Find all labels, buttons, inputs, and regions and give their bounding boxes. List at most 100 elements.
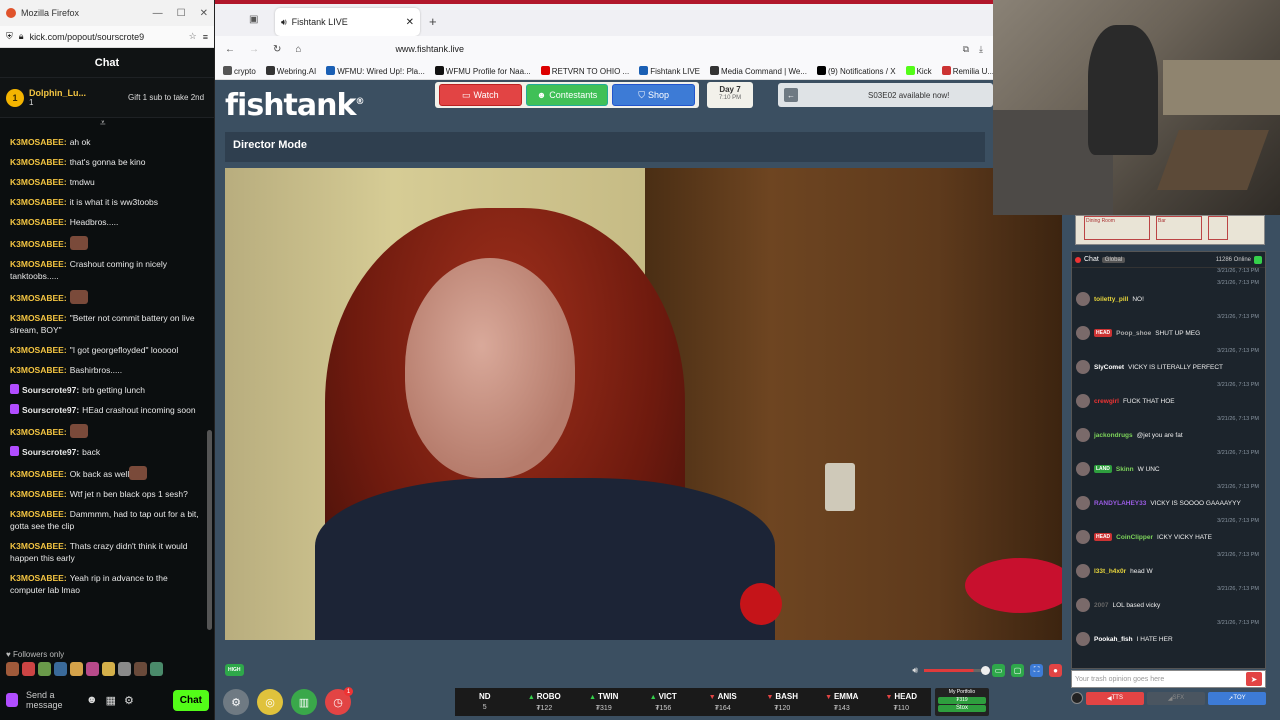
chat-username[interactable]: K3MOSABEE: — [10, 313, 67, 323]
chat-username[interactable]: RANDYLAHEY33 — [1094, 500, 1146, 507]
emoji-icon[interactable]: ☻ — [86, 694, 98, 706]
back-arrow-icon[interactable]: ← — [784, 88, 798, 102]
avatar[interactable] — [1076, 496, 1090, 510]
bookmark-label[interactable]: WFMU Profile for Naa... — [446, 67, 531, 76]
chat-username[interactable]: l33t_h4x0r — [1094, 568, 1126, 575]
chat-username[interactable]: K3MOSABEE: — [10, 293, 67, 303]
emote-8[interactable] — [118, 662, 131, 676]
address-bar[interactable]: www.fishtank.live — [395, 44, 464, 54]
bookmark-item[interactable]: Media Command | We... — [710, 65, 807, 76]
bookmark-label[interactable]: Webring.AI — [277, 67, 316, 76]
volume-slider[interactable] — [924, 665, 990, 675]
stox-button[interactable]: Stox — [938, 705, 986, 712]
bookmark-label[interactable]: crypto — [234, 67, 256, 76]
menu-icon[interactable]: ≡ — [203, 32, 208, 42]
ticker-item[interactable]: ▼ ANIS ₮164 — [693, 688, 753, 716]
avatar[interactable] — [1076, 360, 1090, 374]
home-icon[interactable]: ⌂ — [295, 44, 301, 55]
avatar[interactable] — [1076, 564, 1090, 578]
chat-username[interactable]: K3MOSABEE: — [10, 573, 67, 583]
emote-4[interactable] — [54, 662, 67, 676]
screenshot-icon[interactable]: ⧉ — [963, 44, 969, 55]
kick-message-input[interactable]: Send a message — [26, 690, 78, 710]
bookmark-label[interactable]: Fishtank LIVE — [650, 67, 700, 76]
bookmark-item[interactable]: WFMU: Wired Up!: Pla... — [326, 65, 425, 76]
download-icon[interactable]: ⤓ — [979, 44, 983, 55]
chat-username[interactable]: K3MOSABEE: — [10, 197, 67, 207]
tab-list-icon[interactable]: ▣ — [249, 14, 258, 25]
emote-2[interactable] — [22, 662, 35, 676]
emote-9[interactable] — [134, 662, 147, 676]
portfolio-widget[interactable]: My Portfolio ₮319 Stox — [935, 688, 989, 716]
chat-username[interactable]: crewgirl — [1094, 398, 1119, 405]
bookmark-item[interactable]: (9) Notifications / X — [816, 65, 896, 76]
maximize-icon[interactable]: ☐ — [177, 8, 186, 19]
emote-10[interactable] — [150, 662, 163, 676]
kick-url-text[interactable]: kick.com/popout/sourscrote9 — [30, 32, 145, 42]
avatar[interactable] — [1076, 632, 1090, 646]
avatar[interactable] — [1076, 394, 1090, 408]
chat-username[interactable]: 2007 — [1094, 602, 1108, 609]
chat-username[interactable]: K3MOSABEE: — [10, 177, 67, 187]
cast-icon[interactable]: ▢ — [1011, 663, 1024, 677]
emote-1[interactable] — [6, 662, 19, 676]
forward-icon[interactable]: → — [249, 44, 259, 55]
emote-5[interactable] — [70, 662, 83, 676]
ticker-item[interactable]: ▼ HEAD ₮110 — [872, 688, 932, 716]
volume-knob[interactable] — [981, 665, 990, 675]
bookmark-label[interactable]: Kick — [917, 67, 932, 76]
chat-send-button[interactable]: Chat — [172, 689, 209, 711]
send-icon[interactable]: ➤ — [1246, 672, 1262, 686]
chat-username[interactable]: K3MOSABEE: — [10, 365, 67, 375]
bookmark-item[interactable]: Fishtank LIVE — [639, 65, 700, 76]
close-tab-icon[interactable]: ✕ — [406, 17, 414, 28]
emote-7[interactable] — [102, 662, 115, 676]
gift-sub-text[interactable]: Gift 1 sub to take 2nd — [128, 93, 208, 102]
ticker-item[interactable]: ▲ VICT ₮156 — [634, 688, 694, 716]
avatar[interactable] — [1076, 530, 1090, 544]
reload-icon[interactable]: ↻ — [273, 44, 281, 55]
scroll-thumb[interactable] — [207, 430, 212, 630]
close-icon[interactable]: ✕ — [200, 8, 208, 19]
banner-text[interactable]: S03E02 available now! — [868, 91, 949, 100]
chat-input-placeholder[interactable]: Your trash opinion goes here — [1075, 676, 1164, 683]
quality-badge[interactable]: HIGH — [225, 664, 244, 676]
ticker-item[interactable]: ▼ BASH ₮120 — [753, 688, 813, 716]
avatar[interactable] — [1076, 326, 1090, 340]
chat-username[interactable]: Pookah_fish — [1094, 636, 1133, 643]
tab-global[interactable]: Global — [1101, 256, 1126, 263]
trash-icon[interactable]: ▥ — [291, 689, 317, 715]
bookmark-item[interactable]: crypto — [223, 65, 256, 76]
contestants-button[interactable]: ☻ Contestants — [525, 84, 609, 106]
chat-username[interactable]: K3MOSABEE: — [10, 345, 67, 355]
gear-icon[interactable]: ⚙ — [124, 694, 134, 707]
avatar[interactable] — [1076, 428, 1090, 442]
room-dining[interactable]: Dining Room — [1084, 216, 1150, 240]
chat-username[interactable]: K3MOSABEE: — [10, 137, 67, 147]
bookmark-item[interactable]: Kick — [905, 65, 932, 76]
stock-ticker[interactable]: ND 5 ▲ ROBO ₮122 ▲ TWIN ₮319 ▲ VICT ₮156 ▼ ANIS ₮… — [455, 688, 931, 716]
chat-username[interactable]: Sourscrote97: — [22, 447, 79, 457]
collapse-icon[interactable]: ⩡ — [100, 118, 106, 129]
kick-urlbar[interactable]: ⛨ 🔒︎ kick.com/popout/sourscrote9 ☆ ≡ — [0, 26, 214, 48]
record-icon[interactable]: ● — [1049, 663, 1062, 677]
chat-username[interactable]: K3MOSABEE: — [10, 469, 67, 479]
pip-icon[interactable]: ▭ — [992, 663, 1005, 677]
bookmark-item[interactable]: RETVRN TO OHIO ... — [540, 65, 630, 76]
chat-username[interactable]: K3MOSABEE: — [10, 509, 67, 519]
bookmark-label[interactable]: RETVRN TO OHIO ... — [552, 67, 630, 76]
pinned-gifter[interactable]: 1 Dolphin_Lu... 1 Gift 1 sub to take 2nd — [0, 78, 214, 118]
back-icon[interactable]: ← — [225, 44, 235, 55]
chat-username[interactable]: jackondrugs — [1094, 432, 1133, 439]
chat-username[interactable]: SlyComet — [1094, 364, 1124, 371]
avatar[interactable] — [1076, 598, 1090, 612]
tts-button[interactable]: ◀ TTS — [1086, 691, 1144, 705]
watch-button[interactable]: ▭ Watch — [439, 84, 522, 106]
bookmark-item[interactable]: Webring.AI — [265, 65, 316, 76]
room-minimap[interactable]: Dining Room Bar — [1075, 215, 1265, 245]
chat-username[interactable]: CoinClipper — [1116, 534, 1153, 541]
chat-username[interactable]: K3MOSABEE: — [10, 239, 67, 249]
coins-icon[interactable]: ◎ — [257, 689, 283, 715]
emote-bar[interactable] — [6, 662, 163, 676]
avatar[interactable] — [1076, 292, 1090, 306]
